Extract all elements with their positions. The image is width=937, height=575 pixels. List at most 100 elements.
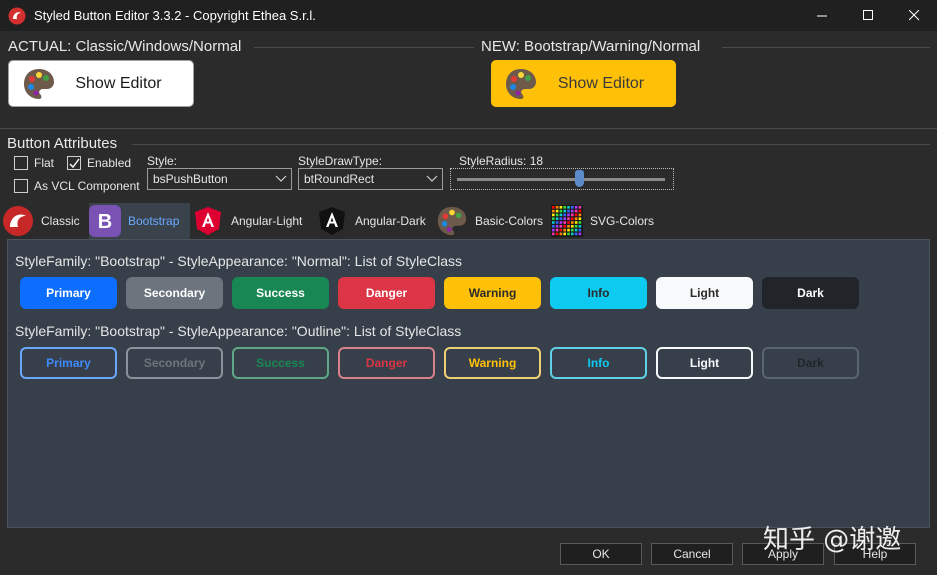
color-swatch bbox=[559, 209, 563, 213]
color-swatch bbox=[578, 232, 582, 236]
color-swatch bbox=[555, 209, 559, 213]
show-editor-classic-button[interactable]: Show Editor bbox=[8, 60, 194, 107]
normal-danger-button[interactable]: Danger bbox=[338, 277, 435, 309]
outline-dark-button[interactable]: Dark bbox=[762, 347, 859, 379]
outline-list-title: StyleFamily: "Bootstrap" - StyleAppearan… bbox=[15, 323, 462, 339]
color-swatch bbox=[567, 228, 570, 232]
normal-info-button[interactable]: Info bbox=[550, 277, 647, 309]
color-swatch bbox=[563, 209, 566, 213]
cancel-button[interactable]: Cancel bbox=[651, 543, 733, 565]
color-swatch bbox=[555, 232, 559, 236]
app-logo-icon bbox=[8, 7, 26, 24]
tab-basic-colors[interactable]: Basic-Colors bbox=[436, 203, 543, 239]
color-swatch bbox=[559, 206, 563, 209]
outline-success-button[interactable]: Success bbox=[232, 347, 329, 379]
color-swatch bbox=[555, 213, 559, 217]
color-swatch bbox=[571, 217, 574, 220]
maximize-button[interactable] bbox=[845, 0, 891, 31]
outline-light-button[interactable]: Light bbox=[656, 347, 753, 379]
color-swatch bbox=[574, 221, 578, 224]
color-swatch bbox=[578, 213, 582, 217]
color-swatch bbox=[567, 217, 570, 220]
new-divider bbox=[722, 47, 930, 48]
chevron-down-icon bbox=[275, 175, 287, 182]
color-swatch bbox=[563, 221, 566, 224]
classic-logo-icon bbox=[2, 205, 34, 237]
attributes-divider bbox=[132, 144, 930, 145]
outline-info-button[interactable]: Info bbox=[550, 347, 647, 379]
attributes-heading: Button Attributes bbox=[7, 135, 118, 152]
outline-warning-button[interactable]: Warning bbox=[444, 347, 541, 379]
draw-type-select[interactable]: btRoundRect bbox=[298, 168, 443, 190]
normal-secondary-button[interactable]: Secondary bbox=[126, 277, 223, 309]
tab-bootstrap-label: Bootstrap bbox=[128, 214, 180, 228]
palette-icon bbox=[24, 68, 54, 99]
checkbox-box bbox=[14, 156, 28, 170]
window-title: Styled Button Editor 3.3.2 - Copyright E… bbox=[34, 8, 316, 23]
color-swatch bbox=[578, 206, 582, 209]
color-swatch bbox=[552, 209, 555, 213]
color-swatch bbox=[574, 232, 578, 236]
palette-icon bbox=[436, 205, 468, 237]
show-editor-warning-label: Show Editor bbox=[557, 74, 645, 92]
color-swatch bbox=[559, 221, 563, 224]
enabled-checkbox[interactable]: Enabled bbox=[67, 156, 131, 170]
tab-classic-label: Classic bbox=[41, 214, 80, 228]
normal-light-button[interactable]: Light bbox=[656, 277, 753, 309]
actual-divider bbox=[254, 47, 474, 48]
tab-angular-light[interactable]: Angular-Light bbox=[192, 203, 302, 239]
outline-secondary-button[interactable]: Secondary bbox=[126, 347, 223, 379]
normal-primary-button[interactable]: Primary bbox=[20, 277, 117, 309]
tab-classic[interactable]: Classic bbox=[2, 203, 88, 239]
bootstrap-panel: StyleFamily: "Bootstrap" - StyleAppearan… bbox=[7, 239, 930, 528]
normal-dark-button[interactable]: Dark bbox=[762, 277, 859, 309]
color-swatch bbox=[571, 221, 574, 224]
ok-button[interactable]: OK bbox=[560, 543, 642, 565]
color-swatch bbox=[559, 217, 563, 220]
slider-thumb[interactable] bbox=[575, 170, 584, 187]
color-swatch bbox=[552, 225, 555, 228]
style-select[interactable]: bsPushButton bbox=[147, 168, 292, 190]
outline-primary-button[interactable]: Primary bbox=[20, 347, 117, 379]
new-heading: NEW: Bootstrap/Warning/Normal bbox=[481, 38, 701, 55]
color-swatch bbox=[578, 225, 582, 228]
normal-success-button[interactable]: Success bbox=[232, 277, 329, 309]
color-swatch bbox=[559, 225, 563, 228]
color-swatch bbox=[563, 213, 566, 217]
minimize-button[interactable] bbox=[799, 0, 845, 31]
checkbox-box bbox=[14, 179, 28, 193]
radius-slider[interactable] bbox=[450, 168, 674, 190]
color-swatch bbox=[578, 221, 582, 224]
outline-danger-button[interactable]: Danger bbox=[338, 347, 435, 379]
normal-warning-button[interactable]: Warning bbox=[444, 277, 541, 309]
style-label: Style: bbox=[147, 154, 178, 168]
color-swatch bbox=[563, 225, 566, 228]
watermark: 知乎 @谢邀 bbox=[763, 525, 902, 555]
color-swatch bbox=[574, 225, 578, 228]
color-swatch bbox=[571, 209, 574, 213]
tab-angular-light-label: Angular-Light bbox=[231, 214, 303, 228]
tab-angular-dark[interactable]: Angular-Dark bbox=[316, 203, 426, 239]
normal-list-title: StyleFamily: "Bootstrap" - StyleAppearan… bbox=[15, 253, 463, 269]
show-editor-warning-button[interactable]: Show Editor bbox=[491, 60, 676, 107]
palette-icon bbox=[506, 68, 536, 99]
chevron-down-icon bbox=[426, 175, 438, 182]
draw-type-select-value: btRoundRect bbox=[304, 172, 375, 186]
color-swatch bbox=[574, 217, 578, 220]
close-icon bbox=[908, 10, 919, 21]
color-swatch bbox=[563, 228, 566, 232]
color-swatch bbox=[571, 232, 574, 236]
close-button[interactable] bbox=[891, 0, 937, 31]
flat-checkbox[interactable]: Flat bbox=[14, 156, 54, 170]
color-swatch bbox=[563, 232, 566, 236]
tab-angular-dark-label: Angular-Dark bbox=[355, 214, 426, 228]
color-swatch bbox=[567, 232, 570, 236]
vcl-component-checkbox[interactable]: As VCL Component bbox=[14, 179, 140, 193]
color-swatch bbox=[567, 225, 570, 228]
color-swatch bbox=[567, 221, 570, 224]
tab-bootstrap[interactable]: B Bootstrap bbox=[89, 203, 190, 239]
tab-svg-colors[interactable]: SVG-Colors bbox=[551, 203, 654, 239]
color-swatch bbox=[552, 221, 555, 224]
color-swatch bbox=[567, 206, 570, 209]
color-grid-icon bbox=[551, 205, 583, 237]
